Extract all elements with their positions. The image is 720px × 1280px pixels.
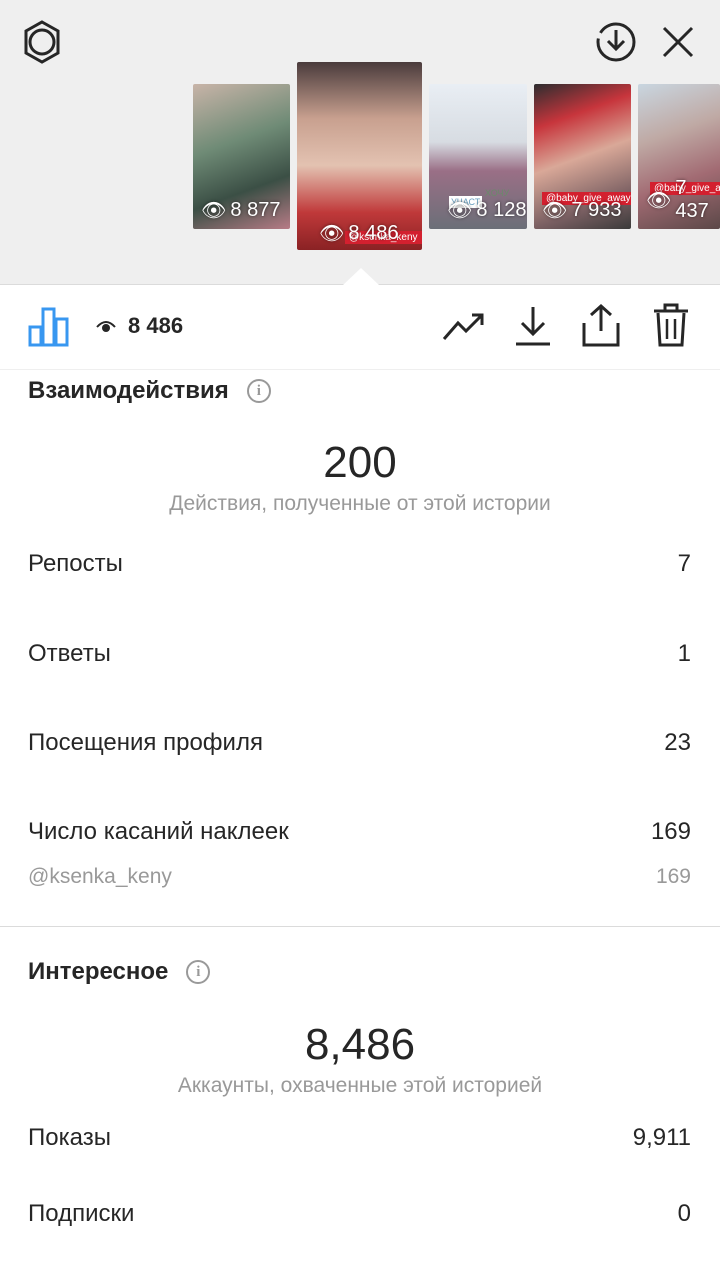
story-thumbnails-area: 👁 8 877 @ksenka_keny 👁 8 486 ХОЧУ УЧАСТ …	[0, 0, 720, 285]
story-thumbnail[interactable]: 👁 8 877	[193, 84, 290, 229]
story-thumbnail[interactable]: @baby_give_away 👁 7 437	[638, 84, 720, 229]
interactions-caption: Действия, полученные от этой истории	[169, 492, 551, 515]
share-icon[interactable]	[580, 303, 622, 347]
eye-icon: 👁	[542, 200, 568, 222]
discovery-heading: Интересное i	[28, 958, 211, 986]
thumbnail-views: 👁 8 877	[201, 199, 281, 222]
eye-icon	[96, 321, 116, 332]
thumbnail-views: 👁 7 437	[646, 177, 709, 222]
thumbnail-views: 👁 7 933	[542, 199, 622, 222]
delete-trash-icon[interactable]	[652, 303, 690, 347]
discovery-caption: Аккаунты, охваченные этой историей	[177, 1074, 543, 1097]
thumbnail-views: 👁 8 486	[319, 222, 399, 245]
metric-row-reposts: Репосты 7	[28, 550, 691, 577]
info-icon[interactable]: i	[186, 960, 211, 984]
insights-bar-chart-icon[interactable]	[28, 305, 70, 347]
metric-row-follows: Подписки 0	[28, 1200, 691, 1227]
eye-icon: 👁	[447, 200, 473, 222]
eye-icon: 👁	[201, 200, 227, 222]
metric-row-sticker-taps: Число касаний наклеек 169	[28, 818, 691, 845]
story-thumbnail[interactable]: ХОЧУ УЧАСТ 👁 8 128	[429, 84, 527, 229]
story-toolbar: 8 486	[0, 285, 720, 370]
views-total: 8 486	[96, 313, 183, 339]
story-thumbnail-selected[interactable]: @ksenka_keny 👁 8 486	[297, 62, 422, 250]
metric-row-profile-visits: Посещения профиля 23	[28, 729, 691, 756]
story-thumbnail[interactable]: @baby_give_away 👁 7 933	[534, 84, 631, 229]
interactions-heading: Взаимодействия i	[28, 377, 271, 405]
section-divider	[0, 926, 720, 927]
eye-icon: 👁	[646, 189, 672, 212]
poll-option-right: ХОЧУ	[485, 188, 510, 198]
interactions-total: 200	[323, 438, 397, 487]
download-icon[interactable]	[514, 305, 552, 347]
metric-row-impressions: Показы 9,911	[28, 1124, 691, 1151]
thumbnail-views: 👁 8 128	[447, 199, 527, 222]
discovery-total: 8,486	[304, 1020, 416, 1069]
eye-icon: 👁	[319, 223, 345, 245]
info-icon[interactable]: i	[246, 379, 271, 403]
metric-row-sticker-mention: @ksenka_keny 169	[28, 865, 691, 888]
selected-thumbnail-pointer	[343, 268, 379, 285]
promote-trend-icon[interactable]	[442, 309, 486, 345]
metric-row-replies: Ответы 1	[28, 640, 691, 667]
